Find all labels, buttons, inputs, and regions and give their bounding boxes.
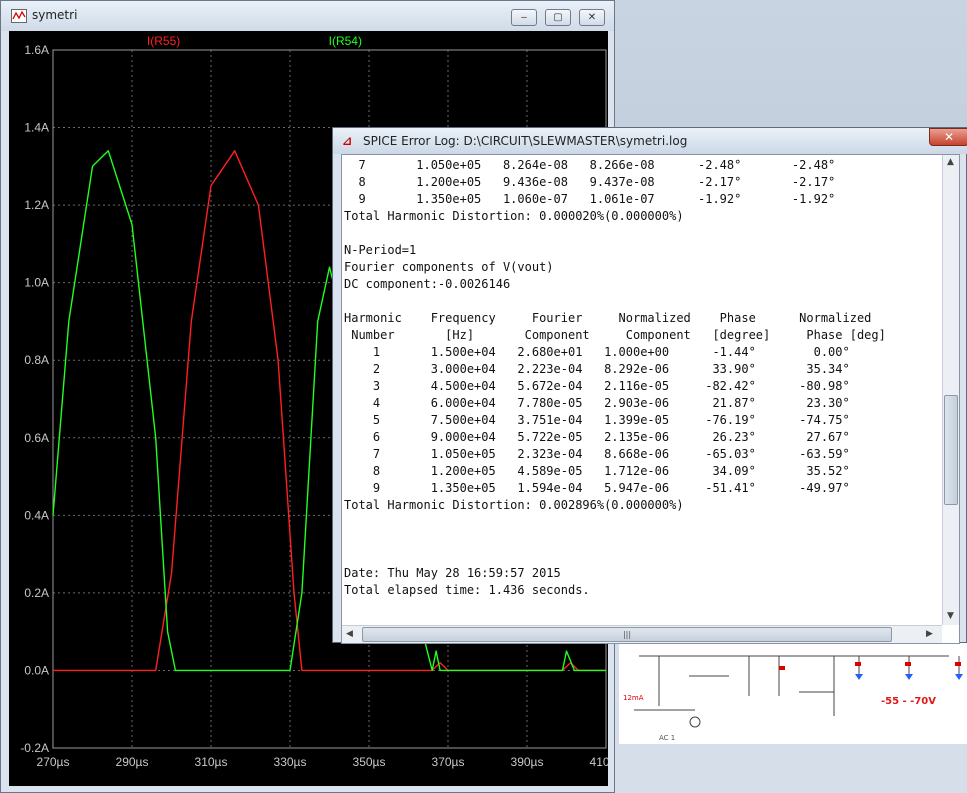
log-line: 4 6.000e+04 7.780e-05 2.903e-06 21.87° 2…	[344, 396, 850, 410]
x-tick-label: 370µs	[432, 755, 465, 769]
x-tick-label: 410µs	[590, 755, 608, 769]
log-line: Fourier components of V(vout)	[344, 260, 554, 274]
schematic-window[interactable]: -55 - -70V AC 1 12mA	[612, 620, 967, 793]
log-line: 7 1.050e+05 8.264e-08 8.266e-08 -2.48° -…	[344, 158, 836, 172]
horizontal-scrollbar[interactable]: ◀ ||| ▶	[342, 625, 942, 643]
error-log-window[interactable]: ⊿ SPICE Error Log: D:\CIRCUIT\SLEWMASTER…	[332, 127, 967, 644]
legend-label: I(R55)	[147, 34, 180, 48]
scroll-down-arrow-icon[interactable]: ▼	[947, 611, 954, 621]
log-line: 8 1.200e+05 9.436e-08 9.437e-08 -2.17° -…	[344, 175, 836, 189]
log-line: N-Period=1	[344, 243, 417, 257]
x-tick-label: 330µs	[274, 755, 307, 769]
ltspice-icon: ⊿	[342, 134, 353, 148]
error-log-text[interactable]: 7 1.050e+05 8.264e-08 8.266e-08 -2.48° -…	[344, 157, 886, 599]
minimize-button[interactable]: ‒	[511, 9, 537, 26]
log-line: DC component:-0.0026146	[344, 277, 511, 291]
error-log-text-area[interactable]: 7 1.050e+05 8.264e-08 8.266e-08 -2.48° -…	[341, 154, 960, 644]
x-tick-label: 270µs	[37, 755, 70, 769]
supply-voltage-label: -55 - -70V	[881, 696, 936, 707]
waveform-titlebar[interactable]: symetri ‒ ▢ ✕	[1, 1, 614, 31]
log-line: Date: Thu May 28 16:59:57 2015	[344, 566, 561, 580]
ac-source-label: AC 1	[659, 734, 676, 742]
restore-button[interactable]: ▢	[545, 9, 571, 26]
log-line: Total elapsed time: 1.436 seconds.	[344, 583, 590, 597]
x-tick-label: 290µs	[116, 755, 149, 769]
close-button[interactable]: ✕	[579, 9, 605, 26]
y-tick-label: 0.2A	[24, 586, 49, 600]
y-tick-label: 0.6A	[24, 431, 49, 445]
y-tick-label: 0.0A	[24, 663, 49, 677]
log-line: 9 1.350e+05 1.594e-04 5.947e-06 -51.41° …	[344, 481, 850, 495]
legend-label: I(R54)	[329, 34, 362, 48]
log-line: 5 7.500e+04 3.751e-04 1.399e-05 -76.19° …	[344, 413, 850, 427]
current-source-label: 12mA	[623, 694, 644, 702]
waveform-window-title: symetri	[32, 8, 78, 22]
y-tick-label: -0.2A	[20, 741, 49, 755]
error-log-title: SPICE Error Log: D:\CIRCUIT\SLEWMASTER\s…	[363, 134, 688, 148]
scroll-right-arrow-icon[interactable]: ▶	[926, 629, 933, 639]
log-line: 8 1.200e+05 4.589e-05 1.712e-06 34.09° 3…	[344, 464, 850, 478]
vertical-scrollbar[interactable]: ▲ ▼	[942, 155, 959, 625]
log-line: 2 3.000e+04 2.223e-04 8.292e-06 33.90° 3…	[344, 362, 850, 376]
y-tick-label: 1.6A	[24, 43, 49, 57]
y-tick-label: 0.8A	[24, 353, 49, 367]
horizontal-scroll-thumb[interactable]: |||	[362, 627, 892, 642]
log-line: 1 1.500e+04 2.680e+01 1.000e+00 -1.44° 0…	[344, 345, 850, 359]
x-tick-label: 390µs	[511, 755, 544, 769]
scroll-up-arrow-icon[interactable]: ▲	[947, 157, 954, 167]
y-tick-label: 1.4A	[24, 121, 49, 135]
x-tick-label: 310µs	[195, 755, 228, 769]
vertical-scroll-thumb[interactable]	[944, 395, 958, 505]
log-line: Number [Hz] Component Component [degree]…	[344, 328, 886, 342]
log-line: Total Harmonic Distortion: 0.000020%(0.0…	[344, 209, 684, 223]
log-line: 6 9.000e+04 5.722e-05 2.135e-06 26.23° 2…	[344, 430, 850, 444]
log-line: Harmonic Frequency Fourier Normalized Ph…	[344, 311, 872, 325]
scroll-left-arrow-icon[interactable]: ◀	[346, 629, 353, 639]
error-log-titlebar[interactable]: ⊿ SPICE Error Log: D:\CIRCUIT\SLEWMASTER…	[333, 128, 967, 154]
y-tick-label: 0.4A	[24, 508, 49, 522]
log-line: 7 1.050e+05 2.323e-04 8.668e-06 -65.03° …	[344, 447, 850, 461]
log-line: 3 4.500e+04 5.672e-04 2.116e-05 -82.42° …	[344, 379, 850, 393]
log-line: Total Harmonic Distortion: 0.002896%(0.0…	[344, 498, 684, 512]
x-tick-label: 350µs	[353, 755, 386, 769]
log-line: 9 1.350e+05 1.060e-07 1.061e-07 -1.92° -…	[344, 192, 836, 206]
error-log-close-button[interactable]: ✕	[929, 128, 967, 146]
y-tick-label: 1.0A	[24, 276, 49, 290]
waveform-app-icon	[11, 9, 27, 23]
y-tick-label: 1.2A	[24, 198, 49, 212]
